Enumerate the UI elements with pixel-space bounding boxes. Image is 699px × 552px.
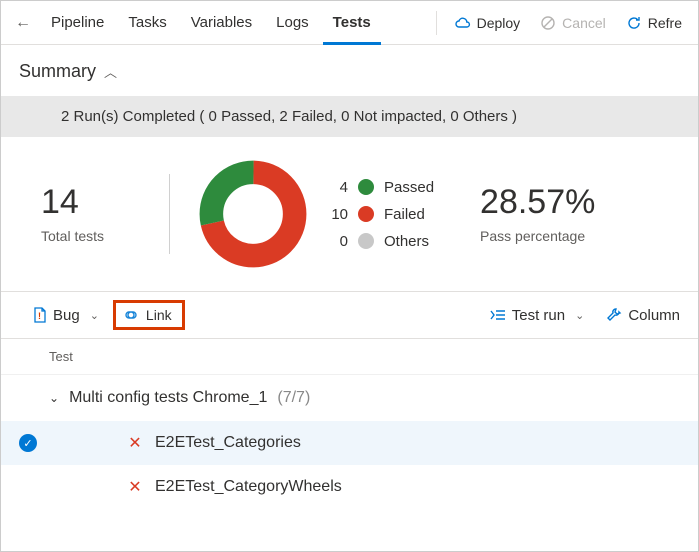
back-arrow-icon[interactable]: ← [9,14,37,32]
file-icon: ! [33,307,47,323]
column-options-button[interactable]: Column [598,303,688,328]
legend-others: 0 Others [326,233,434,250]
donut-chart [198,159,308,269]
fail-x-icon: ✕ [127,477,143,497]
chevron-down-icon: ⌄ [575,309,584,322]
collapse-icon [490,308,506,322]
legend-failed-count: 10 [326,206,348,223]
test-run-label: Test run [512,307,565,324]
chevron-down-icon: ⌄ [90,309,99,322]
bug-button[interactable]: ! Bug ⌄ [25,303,107,328]
summary-title: Summary [19,61,96,82]
cancel-label: Cancel [562,15,606,31]
legend-failed: 10 Failed [326,206,434,223]
test-group-row[interactable]: ⌄ Multi config tests Chrome_1 (7/7) [1,375,698,421]
dot-icon [358,206,374,222]
dot-icon [358,179,374,195]
refresh-label: Refre [648,15,682,31]
deploy-button[interactable]: Deploy [447,7,529,39]
legend-others-label: Others [384,233,429,250]
pass-percentage-label: Pass percentage [480,228,595,244]
chart-legend: 4 Passed 10 Failed 0 Others [326,179,434,250]
tab-tasks[interactable]: Tasks [118,1,176,45]
total-tests-value: 14 [41,184,161,221]
test-name: E2ETest_Categories [155,434,301,452]
legend-passed-count: 4 [326,179,348,196]
divider [436,11,437,35]
group-count: (7/7) [277,389,310,407]
test-name: E2ETest_CategoryWheels [155,478,342,496]
tab-tests[interactable]: Tests [323,1,381,45]
bug-label: Bug [53,307,80,324]
cancel-button: Cancel [532,7,614,39]
link-label: Link [146,307,172,323]
link-icon [122,308,140,322]
dot-icon [358,233,374,249]
tab-pipeline[interactable]: Pipeline [41,1,114,45]
chevron-down-icon: ⌄ [49,391,59,405]
test-column-header[interactable]: Test [1,339,698,375]
svg-text:!: ! [38,311,41,321]
legend-passed: 4 Passed [326,179,434,196]
pass-percentage-stat: 28.57% Pass percentage [480,184,595,243]
group-name: Multi config tests Chrome_1 [69,389,267,407]
legend-passed-label: Passed [384,179,434,196]
test-row[interactable]: ✕ E2ETest_CategoryWheels [1,465,698,509]
selected-check-icon[interactable]: ✓ [19,434,37,452]
run-status-bar: 2 Run(s) Completed ( 0 Passed, 2 Failed,… [1,96,698,137]
legend-failed-label: Failed [384,206,425,223]
results-toolbar: ! Bug ⌄ Link Test run ⌄ Column [1,291,698,339]
prohibit-icon [540,15,556,31]
total-tests-label: Total tests [41,228,161,244]
test-run-button[interactable]: Test run ⌄ [482,303,593,328]
column-label: Column [628,307,680,324]
deploy-label: Deploy [477,15,521,31]
summary-header[interactable]: Summary ︿ [1,45,698,96]
tab-bar: ← Pipeline Tasks Variables Logs Tests De… [1,1,698,45]
refresh-button[interactable]: Refre [618,7,690,39]
donut-chart-wrap: 4 Passed 10 Failed 0 Others [198,159,434,269]
wrench-icon [606,307,622,323]
link-button[interactable]: Link [113,300,185,330]
test-row[interactable]: ✓ ✕ E2ETest_Categories [1,421,698,465]
divider [169,174,170,254]
fail-x-icon: ✕ [127,433,143,453]
stats-row: 14 Total tests 4 Passed 10 Failed 0 Othe… [1,137,698,291]
legend-others-count: 0 [326,233,348,250]
tab-variables[interactable]: Variables [181,1,262,45]
tab-logs[interactable]: Logs [266,1,319,45]
total-tests-stat: 14 Total tests [41,184,161,243]
refresh-icon [626,15,642,31]
chevron-up-icon: ︿ [104,62,117,81]
pass-percentage-value: 28.57% [480,184,595,221]
cloud-icon [455,16,471,30]
